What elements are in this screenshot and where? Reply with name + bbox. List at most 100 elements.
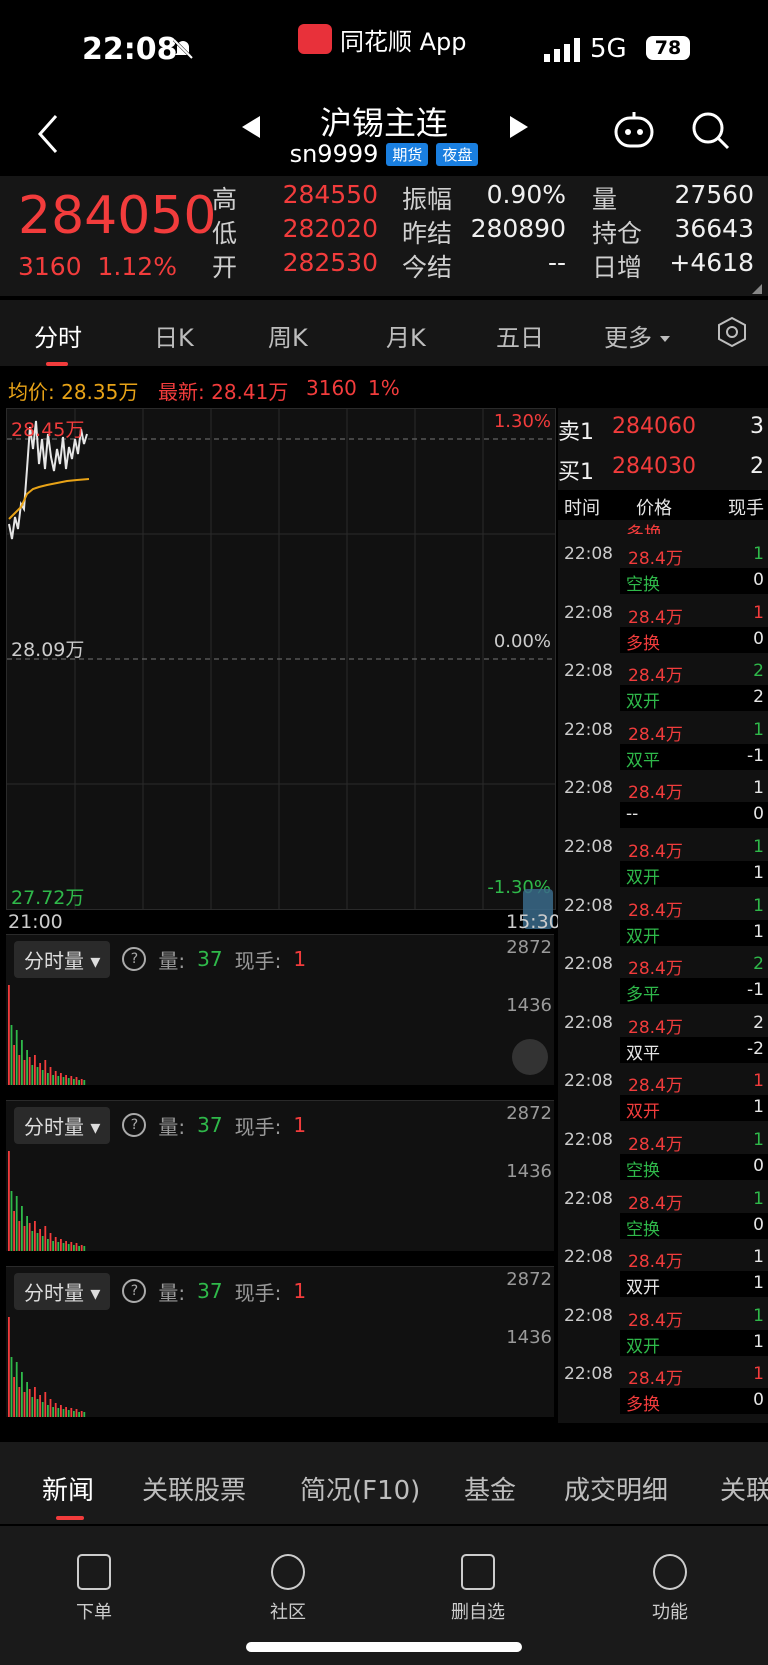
- volume-bar: [44, 1392, 47, 1417]
- open-value: 282530: [282, 248, 378, 277]
- tick-price: 28.4万: [628, 842, 683, 862]
- oi-value: 36643: [674, 214, 754, 243]
- intraday-chart[interactable]: 28.45万 28.09万 27.72万 1.30% 0.00% -1.30%: [6, 408, 556, 929]
- volume-bar: [49, 1233, 52, 1251]
- tick-qty: 1: [753, 544, 764, 564]
- nav-community-label: 社区: [270, 1602, 306, 1623]
- tick-time: 22:08: [564, 778, 613, 799]
- volume-panel: 分时量 ▾ ? 量: 37 现手: 1 2872 1436: [6, 934, 554, 1085]
- help-icon[interactable]: ?: [122, 1279, 147, 1303]
- avg-price: 均价: 28.35万: [8, 380, 139, 404]
- volume-bar: [41, 1070, 44, 1085]
- order-book[interactable]: 卖1 284060 3 买1 284030 2 时间 价格 现手 多换 22:0…: [558, 408, 768, 1423]
- vol-label: 量:: [158, 1114, 186, 1139]
- volume-bar: [39, 1395, 41, 1417]
- volume-bar: [49, 1067, 52, 1085]
- tab-fund[interactable]: 基金: [464, 1470, 516, 1507]
- next-contract-icon[interactable]: [508, 114, 530, 144]
- tick-price: 28.4万: [628, 607, 683, 628]
- nav-order-label: 下单: [76, 1602, 112, 1623]
- volume-bar: [15, 1030, 18, 1085]
- volume-bar: [41, 1402, 44, 1417]
- volume-bar: [41, 1236, 44, 1251]
- hand-value: 1: [293, 1113, 307, 1137]
- search-icon[interactable]: [690, 110, 732, 156]
- tick-oi-change: 0: [753, 804, 764, 825]
- robot-icon[interactable]: [612, 110, 656, 154]
- volume-selector-label: 分时量: [24, 1114, 84, 1139]
- chevron-down-icon: [659, 336, 670, 342]
- volume-bar: [57, 1408, 60, 1417]
- vol-value: 37: [197, 1279, 223, 1303]
- tick-price: 28.4万: [628, 1135, 683, 1155]
- tab-trade-detail[interactable]: 成交明细: [564, 1470, 668, 1507]
- vol-value: 37: [197, 1113, 223, 1137]
- volume-bar: [10, 1191, 13, 1251]
- volume-selector[interactable]: 分时量 ▾: [14, 1106, 111, 1144]
- vol-max: 2872: [506, 1103, 552, 1124]
- tab-daily-k[interactable]: 日K: [154, 318, 194, 353]
- volume-bar: [73, 1079, 75, 1085]
- tick-type: 多换: [626, 1395, 660, 1416]
- tick-type: --: [626, 804, 639, 825]
- nav-remove-watchlist[interactable]: 删自选: [428, 1554, 528, 1624]
- fullscreen-icon[interactable]: [512, 1039, 548, 1075]
- tick-time: 22:08: [564, 954, 613, 975]
- tick-time: 22:08: [564, 1071, 613, 1092]
- tick-row: 22:08 28.4万 2 双平 -2: [558, 1009, 768, 1068]
- chart-bottom-price: 27.72万: [11, 887, 85, 909]
- tab-news[interactable]: 新闻: [42, 1470, 94, 1507]
- tick-time: 22:08: [564, 895, 613, 916]
- vol-mid: 1436: [506, 995, 552, 1016]
- volume-bar: [80, 1411, 83, 1417]
- volume-selector[interactable]: 分时量 ▾: [14, 940, 111, 978]
- volume-bar: [65, 1407, 67, 1417]
- vol-label: 量:: [158, 948, 186, 973]
- tick-row: 22:08 28.4万 2 多平 -1: [558, 950, 768, 1009]
- tick-row: 22:08 28.4万 1 双开 1: [558, 1067, 768, 1126]
- active-tab-indicator: [46, 362, 68, 366]
- home-indicator[interactable]: [246, 1642, 522, 1652]
- latest-change: 3160: [306, 376, 357, 400]
- volume-bar: [15, 1196, 18, 1251]
- tab-related-stocks[interactable]: 关联股票: [142, 1470, 246, 1507]
- menu-circle-icon: [653, 1554, 687, 1590]
- volume-bar: [47, 1239, 49, 1251]
- nav-functions[interactable]: 功能: [620, 1554, 720, 1624]
- help-icon[interactable]: ?: [122, 947, 147, 971]
- tab-intraday[interactable]: 分时: [34, 318, 82, 353]
- volume-bar: [47, 1073, 49, 1085]
- tab-more[interactable]: 更多: [604, 318, 670, 353]
- tick-price: 28.4万: [628, 783, 683, 804]
- tab-monthly-k[interactable]: 月K: [386, 318, 426, 353]
- tick-type: 双平: [626, 1043, 660, 1064]
- tick-list[interactable]: 22:08 28.4万 1 空换 0 22:08 28.4万 1 多换 0 22:08 28.4万 2 双…: [558, 540, 768, 1420]
- expand-corner-icon[interactable]: [752, 284, 762, 294]
- volume-bar: [13, 1045, 15, 1085]
- volume-bar: [60, 1239, 62, 1251]
- tab-related[interactable]: 关联: [720, 1470, 768, 1507]
- prev-settle-value: 280890: [470, 214, 566, 243]
- volume-bar: [49, 1399, 52, 1417]
- signal-icon: [544, 38, 584, 66]
- app-name: 同花顺 App: [340, 27, 467, 56]
- nav-order[interactable]: 下单: [44, 1554, 144, 1624]
- time-start: 21:00: [8, 911, 63, 933]
- ask-label: 卖1: [558, 420, 594, 445]
- help-icon[interactable]: ?: [122, 1113, 147, 1137]
- battery-icon: 78: [646, 36, 690, 60]
- settings-hexagon-icon[interactable]: [716, 316, 748, 352]
- tab-five-day[interactable]: 五日: [496, 318, 544, 353]
- nav-community[interactable]: 社区: [238, 1554, 338, 1624]
- tab-weekly-k[interactable]: 周K: [268, 318, 308, 353]
- tick-row: 22:08 28.4万 1 双开 1: [558, 1243, 768, 1302]
- volume-bar: [65, 1241, 67, 1251]
- prev-contract-icon[interactable]: [240, 114, 262, 144]
- col-price: 价格: [636, 498, 672, 519]
- volume-bar: [8, 1317, 10, 1417]
- volume-bar: [83, 1246, 86, 1251]
- tab-overview[interactable]: 简况(F10): [300, 1470, 420, 1507]
- volume-bar: [57, 1076, 60, 1085]
- volume-selector[interactable]: 分时量 ▾: [14, 1272, 111, 1310]
- oi-label: 持仓: [592, 219, 643, 248]
